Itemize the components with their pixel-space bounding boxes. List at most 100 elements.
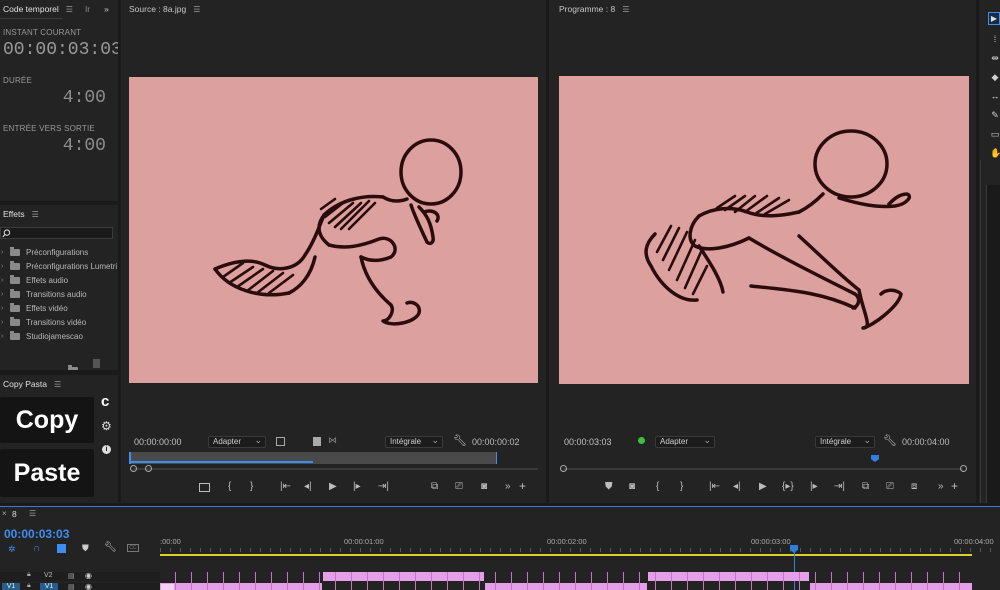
source-quality-dropdown[interactable]: Intégrale xyxy=(385,435,443,448)
list-item[interactable]: › Effets vidéo xyxy=(0,302,68,315)
drag-video-icon[interactable] xyxy=(313,437,321,446)
source-zoom-bar[interactable] xyxy=(133,468,538,470)
mark-in-button[interactable]: { xyxy=(656,481,659,493)
step-back-button[interactable]: ◂| xyxy=(733,481,741,493)
list-item[interactable]: › Transitions vidéo xyxy=(0,316,86,329)
insert-button[interactable]: ⧉ xyxy=(431,481,438,493)
wrench-icon[interactable]: 🔧︎ xyxy=(883,434,897,447)
source-timecode-in[interactable]: 00:00:00:00 xyxy=(134,437,182,447)
clip-v2[interactable] xyxy=(323,572,484,581)
play-button[interactable]: ▶ xyxy=(759,481,767,493)
zoom-handle-right[interactable] xyxy=(145,465,152,472)
eye-icon[interactable]: ◉ xyxy=(85,571,92,580)
step-forward-button[interactable]: |▸ xyxy=(353,481,361,493)
clip-v2[interactable] xyxy=(648,572,809,581)
program-fit-dropdown[interactable]: Adapter xyxy=(655,435,715,448)
source-out-marker[interactable] xyxy=(496,452,497,464)
add-marker-button[interactable]: ⛊ xyxy=(605,481,613,493)
settings-small-icon[interactable] xyxy=(276,437,285,446)
list-item[interactable]: › Effets audio xyxy=(0,274,68,287)
program-quality-dropdown[interactable]: Intégrale xyxy=(815,435,875,448)
work-area-bar[interactable] xyxy=(160,554,972,556)
play-in-to-out-button[interactable]: {▸} xyxy=(782,481,794,493)
mark-out-button[interactable]: } xyxy=(680,481,683,493)
go-to-in-button[interactable]: |⇤ xyxy=(709,481,720,493)
selection-tool-icon[interactable]: ▶ xyxy=(988,12,1000,25)
program-playhead[interactable] xyxy=(871,455,879,462)
list-item[interactable]: › Studiojamescao xyxy=(0,330,83,343)
more-buttons-icon[interactable]: » xyxy=(938,481,944,493)
tab-secondary[interactable]: Ir xyxy=(85,4,90,14)
clip-v1[interactable] xyxy=(160,583,322,590)
razor-icon[interactable]: ◆ xyxy=(990,72,1000,82)
go-to-out-button[interactable]: ⇥| xyxy=(378,481,389,493)
go-to-out-button[interactable]: ⇥| xyxy=(834,481,845,493)
list-item[interactable]: › Préconfigurations Lumetri xyxy=(0,260,117,273)
track-label[interactable]: V1 xyxy=(40,583,58,590)
double-chevron-right-icon[interactable]: » xyxy=(104,4,109,14)
clip-v1[interactable] xyxy=(485,583,647,590)
gear-icon[interactable]: ⚙ xyxy=(101,419,112,433)
add-marker-icon[interactable]: ⛊ xyxy=(82,543,89,554)
tab-sequence[interactable]: 8 xyxy=(12,509,17,519)
step-back-button[interactable]: ◂| xyxy=(304,481,312,493)
wrench-icon[interactable]: 🔧︎ xyxy=(453,434,467,447)
timeline-current-time[interactable]: 00:00:03:03 xyxy=(4,527,69,541)
ripple-edit-icon[interactable]: ⇹ xyxy=(990,53,1000,63)
close-icon[interactable]: × xyxy=(2,509,7,518)
step-forward-button[interactable]: |▸ xyxy=(810,481,818,493)
mark-in-button[interactable]: { xyxy=(228,481,231,493)
lock-icon[interactable]: 🔒︎ xyxy=(27,571,31,579)
add-button[interactable]: + xyxy=(951,480,958,492)
mark-out-button[interactable]: } xyxy=(250,481,253,493)
sync-lock-icon[interactable]: ▤ xyxy=(68,583,75,590)
source-fit-dropdown[interactable]: Adapter xyxy=(208,435,266,448)
lock-icon[interactable]: 🔒︎ xyxy=(27,582,31,590)
panel-menu-icon[interactable]: ☰ xyxy=(622,5,629,14)
add-button[interactable]: + xyxy=(519,480,526,492)
list-item[interactable]: › Préconfigurations xyxy=(0,246,88,259)
zoom-handle-right[interactable] xyxy=(960,465,967,472)
panel-menu-icon[interactable]: ☰ xyxy=(54,380,61,389)
info-icon[interactable]: i xyxy=(102,445,111,454)
extract-button[interactable]: ⎚ xyxy=(886,481,894,493)
snap-icon[interactable]: ∩ xyxy=(33,543,40,554)
c-button[interactable]: c xyxy=(101,393,109,410)
tab-source[interactable]: Source : 8a.jpg xyxy=(129,4,186,14)
source-playhead[interactable] xyxy=(129,452,131,464)
tab-effects[interactable]: Effets xyxy=(3,209,25,219)
linked-selection-icon[interactable] xyxy=(57,544,66,553)
slip-icon[interactable]: ↔ xyxy=(990,91,1000,101)
program-zoom-bar[interactable] xyxy=(563,468,963,470)
nest-icon[interactable]: ✲ xyxy=(8,544,16,555)
new-bin-icon[interactable] xyxy=(68,365,78,370)
panel-menu-icon[interactable]: ☰ xyxy=(66,5,73,14)
track-select-icon[interactable]: ⁞ xyxy=(990,34,1000,44)
panel-menu-icon[interactable]: ☰ xyxy=(193,5,200,14)
drag-audio-icon[interactable]: ⋈ xyxy=(328,435,337,446)
program-timecode-in[interactable]: 00:00:03:03 xyxy=(564,437,612,447)
sync-lock-icon[interactable]: ▤ xyxy=(68,572,75,580)
copy-button[interactable]: Copy xyxy=(0,397,94,443)
tab-timecode[interactable]: Code temporel xyxy=(3,4,59,14)
panel-menu-icon[interactable]: ☰ xyxy=(29,509,36,518)
clip-v1[interactable] xyxy=(810,583,972,590)
rectangle-icon[interactable]: ▭ xyxy=(990,129,1000,139)
paste-button[interactable]: Paste xyxy=(0,449,94,497)
panel-menu-icon[interactable]: ☰ xyxy=(32,210,39,219)
source-patch-v1[interactable]: V1 xyxy=(2,583,20,590)
eye-icon[interactable]: ◉ xyxy=(85,582,92,590)
overwrite-button[interactable]: ⎚ xyxy=(455,481,463,493)
pen-icon[interactable]: ✎ xyxy=(990,110,1000,120)
delete-icon[interactable] xyxy=(93,359,100,368)
safe-margins-icon[interactable] xyxy=(199,483,210,492)
camera-icon[interactable]: ◙ xyxy=(629,481,635,493)
zoom-handle-left[interactable] xyxy=(130,465,137,472)
play-button[interactable]: ▶ xyxy=(329,481,337,493)
tab-copy-pasta[interactable]: Copy Pasta xyxy=(3,379,47,389)
effects-search-input[interactable] xyxy=(0,227,113,239)
compare-button[interactable]: ⧈ xyxy=(911,481,917,493)
wrench-icon[interactable]: 🔧︎ xyxy=(104,542,117,553)
zoom-handle-left[interactable] xyxy=(560,465,567,472)
more-buttons-icon[interactable]: » xyxy=(505,481,511,493)
